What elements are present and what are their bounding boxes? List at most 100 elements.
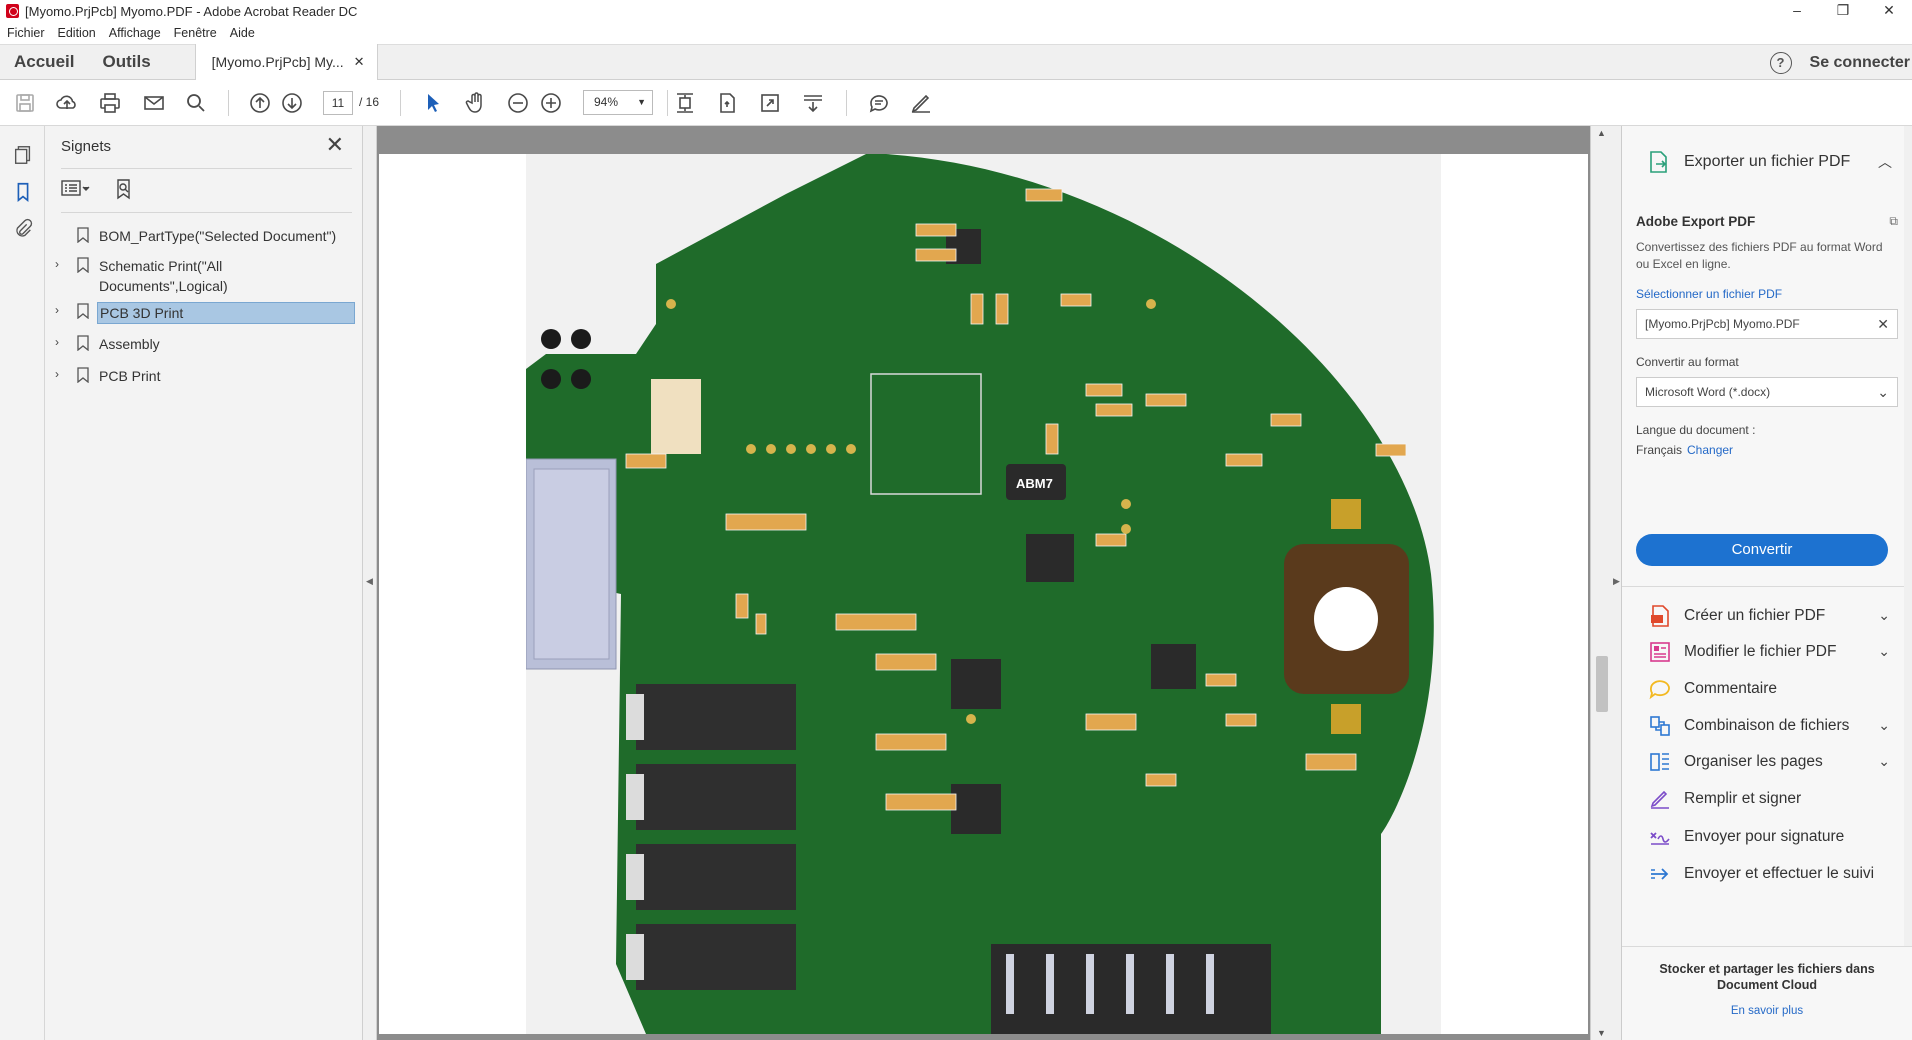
bookmark-options-icon[interactable] — [61, 178, 91, 200]
chevron-right-icon[interactable]: › — [55, 367, 71, 381]
organize-icon — [1650, 753, 1669, 771]
chevron-right-icon[interactable]: › — [55, 303, 71, 317]
tab-home[interactable]: Accueil — [0, 45, 88, 79]
tool-organize[interactable]: Organiser les pages ⌄ — [1622, 747, 1912, 777]
pen-icon[interactable] — [908, 91, 934, 115]
chevron-up-icon[interactable]: ︿ — [1878, 152, 1892, 172]
hand-icon[interactable] — [463, 91, 489, 115]
tool-send-signature[interactable]: Envoyer pour signature — [1622, 822, 1912, 852]
clear-icon[interactable]: ✕ — [1877, 310, 1889, 338]
bookmark-item[interactable]: › Assembly — [55, 334, 355, 354]
fit-page-icon[interactable] — [672, 91, 698, 115]
tab-document-label: [Myomo.PrjPcb] My... — [211, 54, 344, 70]
convert-button[interactable]: Convertir — [1636, 534, 1888, 566]
divider — [1622, 586, 1912, 587]
bookmark-label: PCB Print — [99, 368, 161, 384]
learn-more-link[interactable]: En savoir plus — [1622, 1005, 1912, 1017]
acrobat-icon — [6, 4, 19, 18]
tab-tools[interactable]: Outils — [88, 45, 164, 79]
chevron-left-icon: ◀ — [366, 576, 373, 586]
menu-fichier[interactable]: Fichier — [7, 26, 45, 40]
scroll-mode-icon[interactable] — [800, 91, 826, 115]
footer-text: Stocker et partager les fichiers dans Do… — [1659, 962, 1875, 992]
attachment-icon[interactable] — [12, 218, 34, 240]
create-pdf-icon — [1651, 605, 1669, 627]
chevron-right-icon[interactable]: › — [55, 257, 71, 271]
bookmarks-title: Signets — [61, 138, 112, 155]
scroll-down-icon[interactable]: ▼ — [1597, 1028, 1606, 1038]
title-bar: [Myomo.PrjPcb] Myomo.PDF - Adobe Acrobat… — [0, 0, 1912, 22]
page-number-input[interactable]: 11 — [323, 91, 353, 115]
document-cloud-footer: Stocker et partager les fichiers dans Do… — [1622, 946, 1912, 1040]
tool-fill-sign[interactable]: Remplir et signer — [1622, 784, 1912, 814]
email-icon[interactable] — [141, 91, 167, 115]
restore-button[interactable]: ❐ — [1820, 0, 1866, 22]
tab-document[interactable]: [Myomo.PrjPcb] My... ✕ — [194, 44, 378, 80]
tool-combine[interactable]: Combinaison de fichiers ⌄ — [1622, 711, 1912, 741]
page-down-icon[interactable] — [279, 91, 305, 115]
tools-pane: Exporter un fichier PDF ︿ Adobe Export P… — [1622, 126, 1912, 1040]
export-pdf-icon — [1648, 150, 1670, 174]
comment-icon[interactable] — [866, 91, 892, 115]
menu-affichage[interactable]: Affichage — [109, 26, 161, 40]
selected-file-field[interactable]: [Myomo.PrjPcb] Myomo.PDF ✕ — [1636, 309, 1898, 339]
select-icon[interactable] — [420, 91, 446, 115]
toolbar-separator — [846, 90, 847, 116]
save-icon[interactable] — [12, 91, 38, 115]
connector-header — [533, 468, 610, 660]
close-tab-icon[interactable]: ✕ — [354, 54, 365, 70]
chevron-down-icon[interactable]: ⌄ — [1878, 753, 1890, 770]
upload-icon[interactable] — [54, 91, 80, 115]
rotate-icon[interactable] — [714, 91, 740, 115]
combine-icon — [1650, 716, 1670, 736]
chevron-down-icon[interactable]: ⌄ — [1878, 607, 1890, 624]
chevron-down-icon[interactable]: ⌄ — [1878, 717, 1890, 734]
close-icon[interactable]: ✕ — [326, 134, 344, 156]
scroll-thumb[interactable] — [1596, 656, 1608, 712]
document-viewport[interactable]: ABM7 — [377, 126, 1590, 1040]
bookmark-icon — [77, 257, 89, 273]
tools-scrollbar[interactable] — [1904, 126, 1912, 946]
select-file-link[interactable]: Sélectionner un fichier PDF — [1636, 287, 1898, 301]
bookmark-item[interactable]: › PCB Print — [55, 366, 355, 386]
copy-icon[interactable]: ⧉ — [1889, 214, 1898, 229]
collapse-left-panel[interactable]: ◀ — [363, 126, 377, 1040]
page-up-icon[interactable] — [247, 91, 273, 115]
fill-sign-icon — [1650, 790, 1669, 809]
fullscreen-icon[interactable] — [757, 91, 783, 115]
minimize-button[interactable]: – — [1774, 0, 1820, 22]
collapse-right-panel[interactable]: ▶ — [1612, 126, 1622, 1040]
help-icon[interactable]: ? — [1769, 52, 1792, 74]
chevron-right-icon[interactable]: › — [55, 335, 71, 349]
menu-aide[interactable]: Aide — [230, 26, 255, 40]
scroll-up-icon[interactable]: ▲ — [1597, 128, 1606, 138]
menu-fenetre[interactable]: Fenêtre — [174, 26, 217, 40]
format-select[interactable]: Microsoft Word (*.docx) ⌄ — [1636, 377, 1898, 407]
zoom-in-icon[interactable] — [538, 91, 564, 115]
tool-create-pdf[interactable]: Créer un fichier PDF ⌄ — [1622, 601, 1912, 631]
tool-comment[interactable]: Commentaire — [1622, 674, 1912, 704]
bookmark-item[interactable]: › Schematic Print("All Documents",Logica… — [55, 256, 355, 296]
bookmark-panel-icon[interactable] — [12, 181, 34, 203]
close-window-button[interactable]: ✕ — [1866, 0, 1912, 22]
signin-button[interactable]: Se connecter — [1810, 54, 1912, 72]
search-icon[interactable] — [183, 91, 209, 115]
add-bookmark-icon[interactable] — [113, 178, 135, 200]
change-language-link[interactable]: Changer — [1687, 443, 1733, 457]
menu-edition[interactable]: Edition — [58, 26, 96, 40]
chevron-down-icon[interactable]: ⌄ — [1878, 643, 1890, 660]
bookmarks-panel: Signets ✕ BOM_PartType("Selected Documen… — [45, 126, 363, 1040]
pages-icon[interactable] — [12, 144, 34, 166]
zoom-select[interactable]: 94% ▼ — [583, 90, 653, 115]
vertical-scrollbar[interactable]: ▲ ▼ — [1590, 126, 1612, 1040]
export-title: Adobe Export PDF — [1636, 214, 1756, 229]
export-pdf-header[interactable]: Exporter un fichier PDF ︿ — [1622, 126, 1912, 198]
tool-edit-pdf[interactable]: Modifier le fichier PDF ⌄ — [1622, 637, 1912, 667]
zoom-out-icon[interactable] — [505, 91, 531, 115]
tool-send-track[interactable]: Envoyer et effectuer le suivi — [1622, 859, 1912, 889]
language-value: Français — [1636, 443, 1683, 457]
print-icon[interactable] — [97, 91, 123, 115]
bookmark-item[interactable]: › PCB 3D Print — [55, 302, 355, 324]
bookmark-item[interactable]: BOM_PartType("Selected Document") — [55, 226, 355, 246]
bookmark-label: BOM_PartType("Selected Document") — [99, 228, 337, 244]
